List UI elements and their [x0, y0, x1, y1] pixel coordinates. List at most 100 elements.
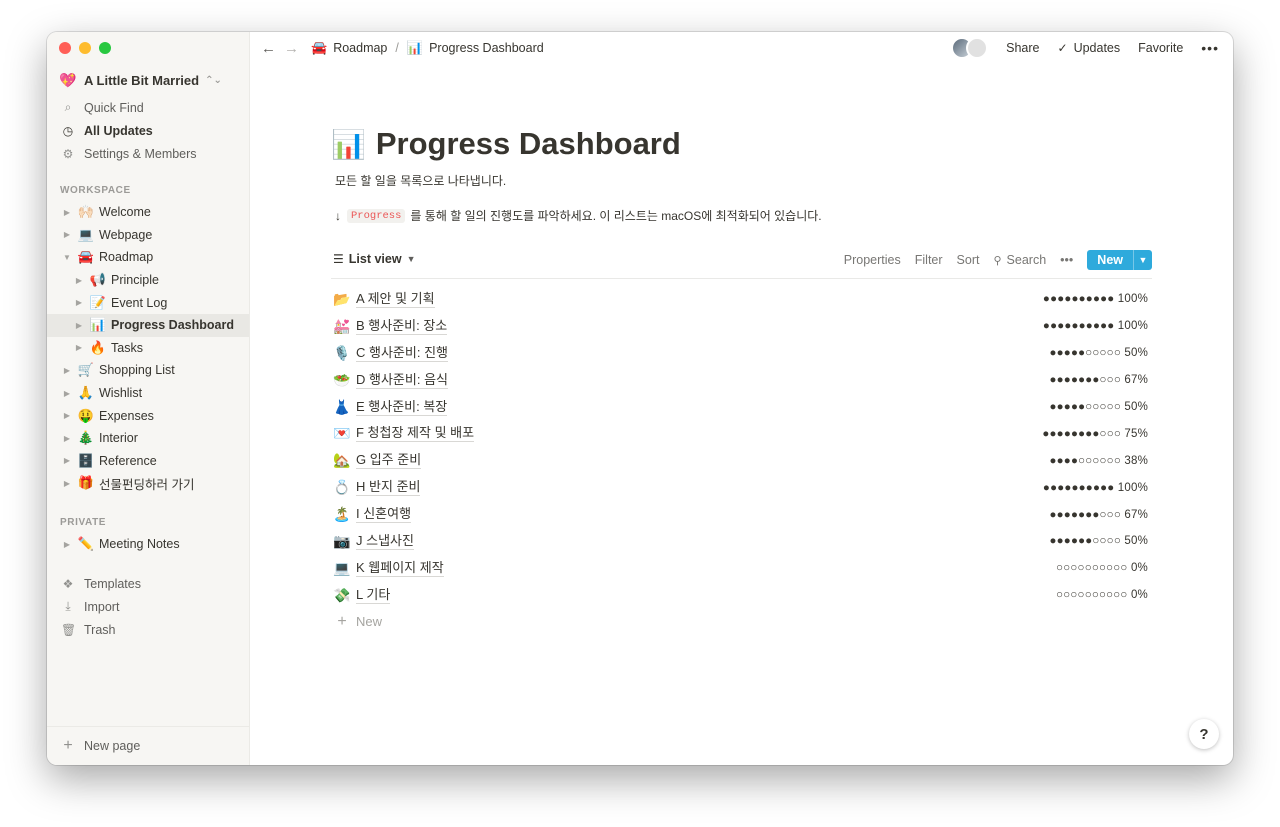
- list-item[interactable]: 🎙️ C 행사준비: 진행 ●●●●●○○○○○ 50%: [331, 340, 1152, 367]
- sidebar-item-label: Shopping List: [99, 363, 175, 378]
- share-button[interactable]: Share: [1006, 41, 1039, 55]
- sidebar-item-event-log[interactable]: ▶ 📝 Event Log: [47, 291, 249, 314]
- item-title[interactable]: B 행사준비: 장소: [356, 318, 448, 335]
- view-selector[interactable]: ☰ List view ▼: [333, 252, 415, 266]
- item-title[interactable]: D 행사준비: 음식: [356, 372, 448, 389]
- list-item[interactable]: 💍 H 반지 준비 ●●●●●●●●●● 100%: [331, 474, 1152, 501]
- properties-button[interactable]: Properties: [844, 253, 901, 267]
- breadcrumb-roadmap[interactable]: 🚘 Roadmap: [311, 40, 387, 56]
- list-item[interactable]: 💌 F 청첩장 제작 및 배포 ●●●●●●●●○○○ 75%: [331, 420, 1152, 447]
- back-arrow-icon[interactable]: ←: [261, 40, 276, 57]
- sidebar-item-shopping-list[interactable]: ▶ 🛒 Shopping List: [47, 359, 249, 382]
- minimize-window-button[interactable]: [79, 42, 91, 54]
- private-page-tree: ▶ ✏️ Meeting Notes: [47, 533, 249, 556]
- sidebar-item-settings[interactable]: ⚙ Settings & Members: [47, 142, 249, 165]
- list-item[interactable]: 🏡 G 입주 준비 ●●●●○○○○○○ 38%: [331, 447, 1152, 474]
- page-title-text: Progress Dashboard: [375, 126, 681, 161]
- filter-button[interactable]: Filter: [915, 253, 943, 267]
- item-title[interactable]: E 행사준비: 복장: [356, 399, 448, 416]
- sidebar-item-import[interactable]: ⤓ Import: [47, 595, 249, 618]
- new-page-button[interactable]: + New page: [47, 726, 249, 765]
- list-item[interactable]: 🏝️ I 신혼여행 ●●●●●●●○○○ 67%: [331, 501, 1152, 528]
- sidebar-item-templates[interactable]: ❖ Templates: [47, 572, 249, 595]
- sidebar-item-welcome[interactable]: ▶ 🙌🏻 Welcome: [47, 201, 249, 224]
- sidebar-item-wishlist[interactable]: ▶ 🙏 Wishlist: [47, 382, 249, 405]
- expand-toggle-icon[interactable]: ▶: [61, 208, 73, 217]
- help-button[interactable]: ?: [1189, 719, 1219, 749]
- expand-toggle-icon[interactable]: ▶: [61, 479, 73, 488]
- item-title[interactable]: K 웹페이지 제작: [356, 560, 444, 577]
- expand-toggle-icon[interactable]: ▶: [73, 298, 85, 307]
- breadcrumb-progress-dashboard[interactable]: 📊 Progress Dashboard: [407, 40, 544, 56]
- progress-value: ●●●●●○○○○○ 50%: [1049, 401, 1148, 413]
- item-title[interactable]: C 행사준비: 진행: [356, 345, 448, 362]
- hint-text: 를 통해 할 일의 진행도를 파악하세요. 이 리스트는 macOS에 최적화되…: [410, 209, 822, 223]
- new-record-button[interactable]: New ▼: [1087, 250, 1152, 270]
- forward-arrow-icon[interactable]: →: [284, 40, 299, 57]
- favorite-button[interactable]: Favorite: [1138, 41, 1183, 55]
- search-button[interactable]: ⚲ Search: [993, 253, 1046, 267]
- sidebar-item-progress-dashboard[interactable]: ▶ 📊 Progress Dashboard: [47, 313, 249, 337]
- item-title[interactable]: I 신혼여행: [356, 506, 412, 524]
- breadcrumb-label: Roadmap: [333, 41, 388, 55]
- sidebar-item-trash[interactable]: 🗑 Trash: [47, 618, 249, 641]
- sidebar-item-reference[interactable]: ▶ 🗄️ Reference: [47, 450, 249, 473]
- expand-toggle-icon[interactable]: ▶: [61, 389, 73, 398]
- sidebar-item-roadmap[interactable]: ▼ 🚘 Roadmap: [47, 246, 249, 269]
- sort-button[interactable]: Sort: [957, 253, 980, 267]
- expand-toggle-icon[interactable]: ▶: [61, 456, 73, 465]
- item-title[interactable]: J 스냅사진: [356, 533, 414, 550]
- car-icon: 🚘: [77, 249, 95, 265]
- expand-toggle-icon[interactable]: ▶: [73, 321, 85, 330]
- item-title[interactable]: G 입주 준비: [356, 452, 422, 470]
- list-item[interactable]: 💒 B 행사준비: 장소 ●●●●●●●●●● 100%: [331, 313, 1152, 340]
- expand-toggle-icon[interactable]: ▶: [61, 540, 73, 549]
- expand-toggle-icon[interactable]: ▶: [61, 366, 73, 375]
- expand-toggle-icon[interactable]: ▶: [73, 343, 85, 352]
- more-options-icon[interactable]: •••: [1060, 253, 1073, 267]
- expand-toggle-icon[interactable]: ▶: [61, 434, 73, 443]
- item-title[interactable]: A 제안 및 기획: [356, 291, 435, 308]
- zoom-window-button[interactable]: [99, 42, 111, 54]
- updates-button[interactable]: ✓ Updates: [1058, 41, 1121, 55]
- item-title[interactable]: F 청첩장 제작 및 배포: [356, 425, 475, 443]
- sidebar-item-meeting-notes[interactable]: ▶ ✏️ Meeting Notes: [47, 533, 249, 556]
- workspace-switcher[interactable]: 💖 A Little Bit Married ⌃⌄: [59, 70, 222, 90]
- bar-chart-icon[interactable]: 📊: [331, 128, 366, 161]
- list-item[interactable]: 🥗 D 행사준비: 음식 ●●●●●●●○○○ 67%: [331, 367, 1152, 394]
- sidebar-item-tasks[interactable]: ▶ 🔥 Tasks: [47, 337, 249, 360]
- item-title[interactable]: L 기타: [356, 587, 391, 604]
- page-title[interactable]: 📊 Progress Dashboard: [331, 126, 681, 162]
- expand-toggle-icon[interactable]: ▶: [61, 411, 73, 420]
- sidebar-bottom-nav: ❖ Templates ⤓ Import 🗑 Trash: [47, 572, 249, 641]
- expand-toggle-icon[interactable]: ▶: [61, 230, 73, 239]
- sidebar-item-interior[interactable]: ▶ 🎄 Interior: [47, 427, 249, 450]
- list-item[interactable]: 💻 K 웹페이지 제작 ○○○○○○○○○○ 0%: [331, 555, 1152, 582]
- sidebar-item-all-updates[interactable]: ◷ All Updates: [47, 119, 249, 142]
- more-options-icon[interactable]: •••: [1201, 40, 1219, 56]
- topbar: ← → 🚘 Roadmap / 📊 Progress Dashboard Sha…: [249, 32, 1233, 64]
- laptop-icon: 💻: [333, 559, 351, 576]
- sidebar-item-label: Welcome: [99, 205, 151, 220]
- sidebar-item-gift-funding[interactable]: ▶ 🎁 선물펀딩하러 가기: [47, 472, 249, 495]
- close-window-button[interactable]: [59, 42, 71, 54]
- new-record-label[interactable]: New: [1087, 250, 1133, 270]
- list-item[interactable]: 📷 J 스냅사진 ●●●●●●○○○○ 50%: [331, 528, 1152, 555]
- expand-toggle-icon[interactable]: ▶: [73, 276, 85, 285]
- chevron-down-icon[interactable]: ▼: [1133, 250, 1152, 270]
- sidebar-item-quick-find[interactable]: ⌕ Quick Find: [47, 96, 249, 119]
- item-title[interactable]: H 반지 준비: [356, 479, 421, 497]
- collapse-toggle-icon[interactable]: ▼: [61, 253, 73, 262]
- sidebar-item-principle[interactable]: ▶ 📢 Principle: [47, 269, 249, 292]
- list-view-icon: ☰: [333, 252, 344, 266]
- list-item[interactable]: 💸 L 기타 ○○○○○○○○○○ 0%: [331, 582, 1152, 609]
- sidebar-item-expenses[interactable]: ▶ 🤑 Expenses: [47, 404, 249, 427]
- updates-label: Updates: [1073, 41, 1121, 55]
- add-new-row-button[interactable]: + New: [331, 609, 1152, 635]
- list-item[interactable]: 👗 E 행사준비: 복장 ●●●●●○○○○○ 50%: [331, 394, 1152, 421]
- workspace-name: A Little Bit Married: [84, 72, 200, 88]
- fire-icon: 🔥: [89, 339, 107, 355]
- list-item[interactable]: 📂 A 제안 및 기획 ●●●●●●●●●● 100%: [331, 286, 1152, 313]
- collaborator-avatars[interactable]: [951, 37, 989, 59]
- sidebar-item-webpage[interactable]: ▶ 💻 Webpage: [47, 224, 249, 247]
